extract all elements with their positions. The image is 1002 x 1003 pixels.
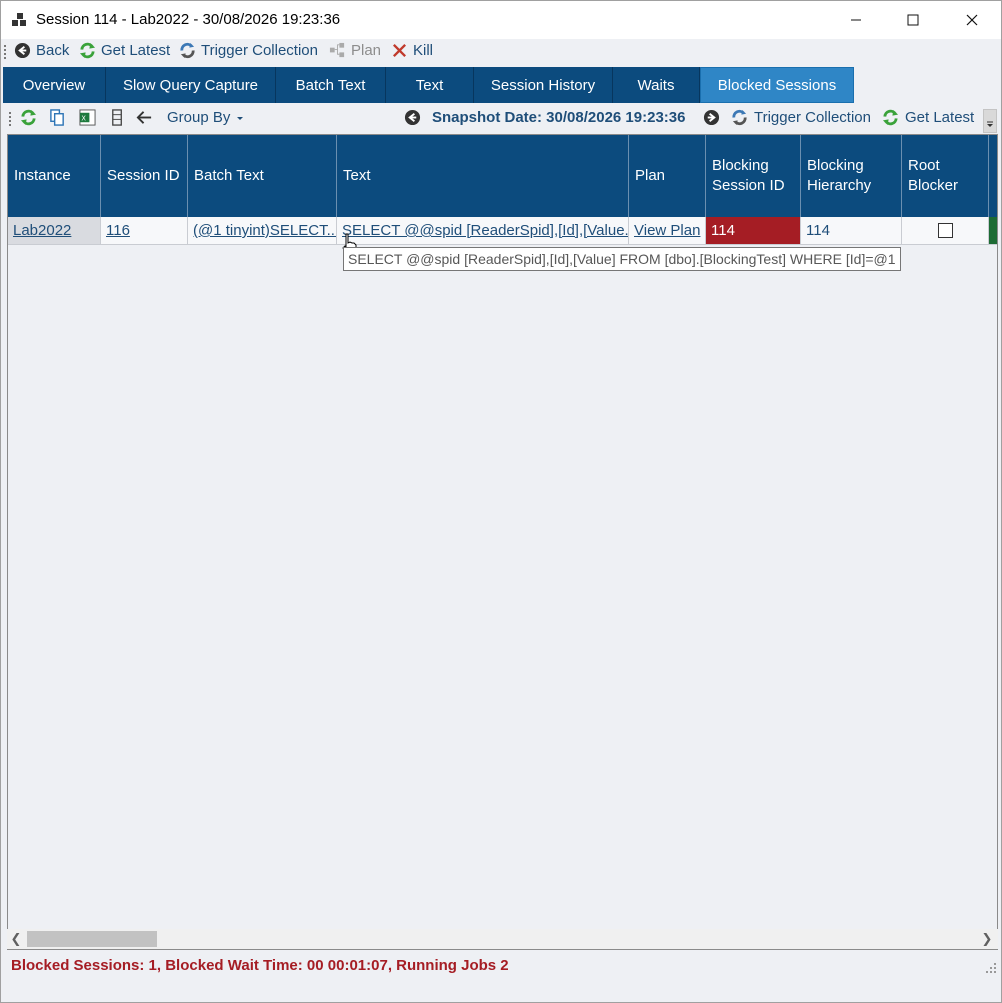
status-bar: Blocked Sessions: 1, Blocked Wait Time: … [1,952,1001,980]
get-latest-label-2: Get Latest [905,109,975,126]
tab-text[interactable]: Text [386,67,474,103]
plan-button[interactable]: Plan [329,42,381,59]
column-header-instance[interactable]: Instance [8,135,101,217]
columns-button[interactable] [109,109,126,126]
toolbar-grip[interactable] [9,112,12,128]
session-window: Session 114 - Lab2022 - 30/08/2026 19:23… [0,0,1002,1003]
trigger-collection-button-2[interactable]: Trigger Collection [731,109,871,126]
column-header-root-blocker[interactable]: Root Blocker [902,135,989,217]
snapshot-date: Snapshot Date: 30/08/2026 19:23:36 [432,109,686,126]
blocking-session-id-cell[interactable]: 114 [706,217,801,245]
table-row-batch-text-cell[interactable]: (@1 tinyint)SELECT... [188,217,337,245]
trigger-collection-icon [732,109,747,126]
column-header-text[interactable]: Text [337,135,629,217]
refresh-icon [79,42,96,59]
snapshot-next-button[interactable] [703,109,720,126]
chevron-down-icon [237,116,244,120]
excel-icon: X [79,109,96,126]
previous-icon [404,109,421,126]
command-bar: Back Get Latest Trigger Collection Plan … [1,39,1001,66]
grid-toolbar: X Group By Snapshot Date: 30/08/2026 19:… [1,105,1001,133]
refresh-icon [20,109,37,126]
back-arrow-button[interactable] [136,109,153,126]
get-latest-label: Get Latest [101,42,171,59]
close-icon [966,14,978,26]
column-header-blocking-hierarchy[interactable]: Blocking Hierarchy [801,135,902,217]
trigger-collection-icon [180,42,195,59]
batch-text-link[interactable]: (@1 tinyint)SELECT... [193,222,336,239]
text-link[interactable]: SELECT @@spid [ReaderSpid],[Id],[Value..… [342,222,628,239]
plan-tree-icon [329,42,345,58]
minimize-icon [851,19,861,21]
table-row-plan-cell[interactable]: View Plan [629,217,706,245]
refresh-icon [882,109,899,126]
kill-label: Kill [413,42,434,59]
scroll-right-icon[interactable]: ❯ [978,929,996,949]
refresh-button[interactable] [20,109,37,126]
table-row-instance-cell[interactable]: Lab2022 [8,217,101,245]
next-icon [703,109,720,126]
instance-link[interactable]: Lab2022 [13,222,71,239]
root-blocker-checkbox[interactable] [937,223,953,238]
back-label: Back [36,42,70,59]
blocking-hierarchy-cell[interactable]: 114 [801,217,902,245]
back-arrow-icon [14,42,31,59]
scrollbar-thumb[interactable] [27,931,157,947]
toolbar-overflow-button[interactable] [983,109,997,133]
window-title: Session 114 - Lab2022 - 30/08/2026 19:23… [36,11,341,28]
session-id-link[interactable]: 116 [106,222,130,239]
horizontal-scrollbar[interactable]: ❮ ❯ [7,929,998,949]
column-header-partial[interactable] [989,135,997,217]
view-plan-link[interactable]: View Plan [634,222,700,239]
columns-icon [112,109,122,126]
column-header-batch-text[interactable]: Batch Text [188,135,337,217]
close-button[interactable] [943,1,1001,39]
root-blocker-cell[interactable] [902,217,989,245]
tab-slow-query-capture[interactable]: Slow Query Capture [106,67,276,103]
partial-status-cell [989,217,997,245]
copy-button[interactable] [49,109,66,126]
group-by-label: Group By [167,109,231,126]
trigger-collection-button[interactable]: Trigger Collection [179,42,318,59]
get-latest-button-2[interactable]: Get Latest [882,109,974,126]
column-header-plan[interactable]: Plan [629,135,706,217]
group-by-dropdown[interactable]: Group By [167,109,244,126]
tab-waits[interactable]: Waits [613,67,700,103]
trigger-collection-label-2: Trigger Collection [754,109,871,126]
copy-icon [50,109,64,126]
export-excel-button[interactable]: X [79,109,96,126]
maximize-button[interactable] [884,1,942,39]
arrow-left-icon [136,111,152,124]
snapshot-prev-button[interactable] [404,109,421,126]
back-button[interactable]: Back [14,42,69,59]
overflow-chevron-icon [987,121,993,127]
kill-x-icon [392,43,407,58]
table-row-session-id-cell[interactable]: 116 [101,217,188,245]
resize-grip-icon[interactable] [983,961,997,975]
column-header-session-id[interactable]: Session ID [101,135,188,217]
toolbar-grip[interactable] [4,45,7,61]
tab-strip: Overview Slow Query Capture Batch Text T… [3,67,1001,104]
maximize-icon [907,14,919,26]
trigger-collection-label: Trigger Collection [201,42,318,59]
table-row-text-cell[interactable]: SELECT @@spid [ReaderSpid],[Id],[Value..… [337,217,629,245]
tab-batch-text[interactable]: Batch Text [276,67,386,103]
kill-button[interactable]: Kill [391,42,433,59]
column-header-blocking-session-id[interactable]: Blocking Session ID [706,135,801,217]
title-bar: Session 114 - Lab2022 - 30/08/2026 19:23… [1,1,1001,39]
minimize-button[interactable] [827,1,885,39]
tab-overview[interactable]: Overview [3,67,106,103]
text-tooltip: SELECT @@spid [ReaderSpid],[Id],[Value] … [343,247,901,271]
scroll-left-icon[interactable]: ❮ [7,929,25,949]
get-latest-button[interactable]: Get Latest [79,42,170,59]
tab-blocked-sessions[interactable]: Blocked Sessions [700,67,854,103]
app-icon [12,13,26,26]
svg-text:X: X [81,114,86,122]
tab-session-history[interactable]: Session History [474,67,613,103]
plan-label: Plan [351,42,382,59]
